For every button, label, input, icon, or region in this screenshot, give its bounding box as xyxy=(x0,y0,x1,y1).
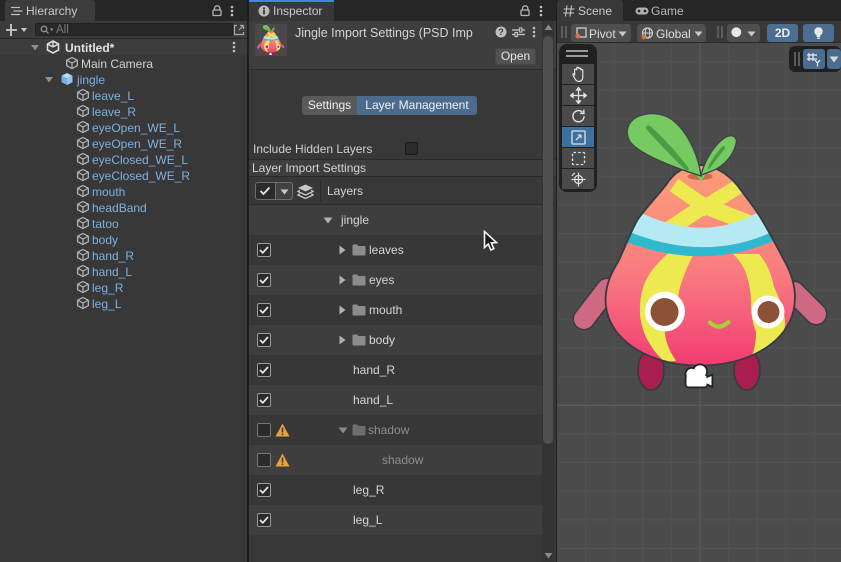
svg-text:?: ? xyxy=(498,27,504,37)
